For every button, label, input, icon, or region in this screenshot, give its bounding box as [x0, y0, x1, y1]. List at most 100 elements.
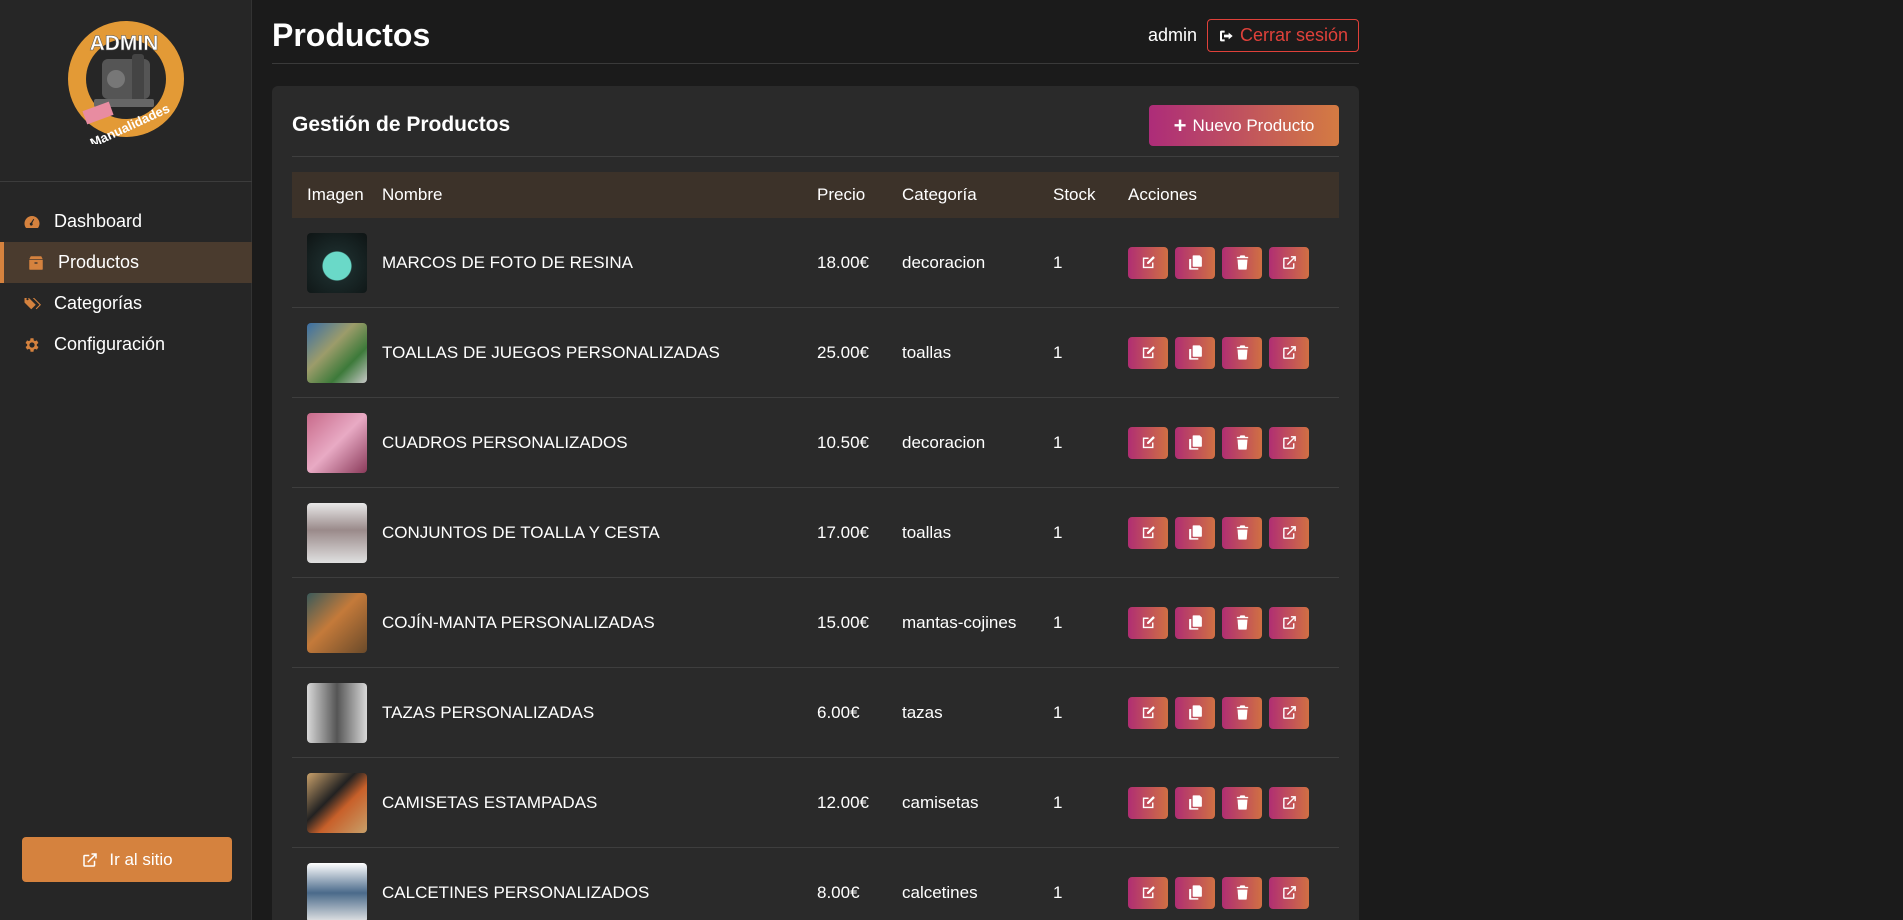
card-divider	[292, 156, 1339, 157]
sidebar-item-label: Dashboard	[54, 211, 143, 231]
row-actions	[1128, 696, 1339, 729]
view-button[interactable]	[1269, 606, 1309, 639]
copy-icon	[1188, 345, 1202, 360]
new-product-button[interactable]: + Nuevo Producto	[1149, 105, 1339, 146]
copy-icon	[1188, 615, 1202, 630]
edit-button[interactable]	[1128, 606, 1168, 639]
table-row: MARCOS DE FOTO DE RESINA 18.00€ decoraci…	[292, 218, 1339, 308]
edit-icon	[1142, 436, 1155, 449]
product-thumbnail[interactable]	[307, 592, 367, 653]
product-stock: 1	[1053, 522, 1063, 542]
duplicate-button[interactable]	[1175, 426, 1215, 459]
duplicate-button[interactable]	[1175, 606, 1215, 639]
product-thumbnail[interactable]	[307, 502, 367, 563]
trash-icon	[1236, 795, 1248, 810]
external-link-icon	[1282, 616, 1296, 629]
duplicate-button[interactable]	[1175, 516, 1215, 549]
sidebar-item-categorias[interactable]: Categorías	[0, 283, 252, 324]
svg-text:ADMIN: ADMIN	[90, 32, 159, 55]
edit-button[interactable]	[1128, 876, 1168, 909]
product-stock: 1	[1053, 432, 1063, 452]
product-stock: 1	[1053, 612, 1063, 632]
visit-site-button[interactable]: Ir al sitio	[22, 837, 232, 882]
edit-button[interactable]	[1128, 696, 1168, 729]
trash-icon	[1236, 705, 1248, 720]
current-user: admin	[1147, 25, 1197, 45]
trash-icon	[1236, 435, 1248, 450]
delete-button[interactable]	[1222, 516, 1262, 549]
view-button[interactable]	[1269, 786, 1309, 819]
sidebar-item-productos[interactable]: Productos	[0, 242, 252, 283]
sidebar: ADMIN Manualidades Dashboard Productos C…	[0, 0, 252, 920]
edit-icon	[1142, 526, 1155, 539]
edit-button[interactable]	[1128, 516, 1168, 549]
edit-button[interactable]	[1128, 786, 1168, 819]
product-thumbnail[interactable]	[307, 322, 367, 383]
product-thumbnail[interactable]	[307, 862, 367, 920]
table-row: TAZAS PERSONALIZADAS 6.00€ tazas 1	[292, 668, 1339, 758]
gauge-icon	[22, 212, 42, 232]
product-thumbnail[interactable]	[307, 412, 367, 473]
external-link-icon	[1282, 436, 1296, 449]
column-header-actions: Acciones	[1128, 185, 1197, 204]
product-thumbnail[interactable]	[307, 682, 367, 743]
product-thumbnail[interactable]	[307, 772, 367, 833]
view-button[interactable]	[1269, 696, 1309, 729]
sidebar-item-label: Productos	[58, 252, 140, 272]
copy-icon	[1188, 435, 1202, 450]
gear-icon	[22, 335, 42, 355]
product-category: toallas	[902, 522, 952, 542]
sidebar-item-configuracion[interactable]: Configuración	[0, 324, 252, 365]
external-link-icon	[1282, 256, 1296, 269]
delete-button[interactable]	[1222, 336, 1262, 369]
delete-button[interactable]	[1222, 426, 1262, 459]
view-button[interactable]	[1269, 426, 1309, 459]
duplicate-button[interactable]	[1175, 246, 1215, 279]
view-button[interactable]	[1269, 516, 1309, 549]
row-actions	[1128, 516, 1339, 549]
product-category: toallas	[902, 342, 952, 362]
duplicate-button[interactable]	[1175, 876, 1215, 909]
edit-button[interactable]	[1128, 336, 1168, 369]
trash-icon	[1236, 615, 1248, 630]
duplicate-button[interactable]	[1175, 786, 1215, 819]
product-category: decoracion	[902, 252, 986, 272]
delete-button[interactable]	[1222, 606, 1262, 639]
sidebar-item-label: Categorías	[54, 293, 143, 313]
trash-icon	[1236, 345, 1248, 360]
edit-icon	[1142, 886, 1155, 899]
sidebar-divider	[0, 181, 252, 182]
edit-button[interactable]	[1128, 246, 1168, 279]
product-name: TAZAS PERSONALIZADAS	[382, 702, 595, 722]
logout-button[interactable]: Cerrar sesión	[1206, 19, 1359, 52]
delete-button[interactable]	[1222, 246, 1262, 279]
delete-button[interactable]	[1222, 876, 1262, 909]
product-price: 6.00€	[817, 702, 860, 722]
new-product-label: Nuevo Producto	[1192, 115, 1315, 135]
delete-button[interactable]	[1222, 696, 1262, 729]
column-header-price: Precio	[817, 185, 866, 204]
row-actions	[1128, 336, 1339, 369]
view-button[interactable]	[1269, 336, 1309, 369]
sidebar-item-dashboard[interactable]: Dashboard	[0, 201, 252, 242]
admin-logo[interactable]: ADMIN Manualidades	[64, 14, 188, 144]
view-button[interactable]	[1269, 246, 1309, 279]
table-row: CAMISETAS ESTAMPADAS 12.00€ camisetas 1	[292, 758, 1339, 848]
duplicate-button[interactable]	[1175, 336, 1215, 369]
table-row: CONJUNTOS DE TOALLA Y CESTA 17.00€ toall…	[292, 488, 1339, 578]
product-stock: 1	[1053, 702, 1063, 722]
product-thumbnail[interactable]	[307, 232, 367, 293]
edit-button[interactable]	[1128, 426, 1168, 459]
duplicate-button[interactable]	[1175, 696, 1215, 729]
table-body: MARCOS DE FOTO DE RESINA 18.00€ decoraci…	[292, 218, 1339, 920]
product-category: mantas-cojines	[902, 612, 1017, 632]
logout-label: Cerrar sesión	[1239, 25, 1348, 45]
view-button[interactable]	[1269, 876, 1309, 909]
tags-icon	[22, 294, 42, 314]
edit-icon	[1142, 346, 1155, 359]
delete-button[interactable]	[1222, 786, 1262, 819]
product-stock: 1	[1053, 252, 1063, 272]
product-category: tazas	[902, 702, 943, 722]
trash-icon	[1236, 255, 1248, 270]
edit-icon	[1142, 796, 1155, 809]
